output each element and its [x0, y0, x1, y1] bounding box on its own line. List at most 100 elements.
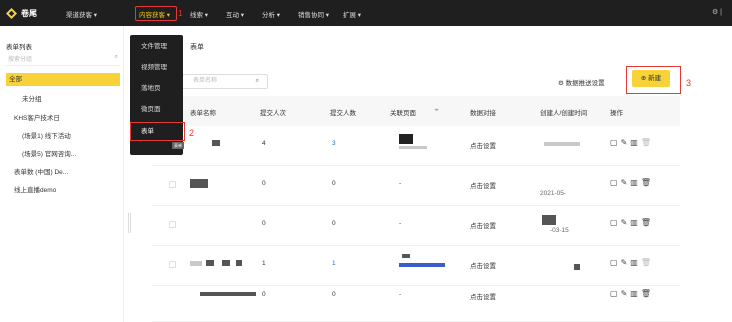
- copy-icon[interactable]: ▢: [610, 178, 621, 187]
- submits-value: 0: [262, 180, 266, 187]
- people-value[interactable]: 1: [332, 260, 336, 267]
- annotation-number: 3: [686, 78, 692, 88]
- copy-icon[interactable]: ▢: [610, 218, 621, 227]
- table-row[interactable]: 1 1 点击设置 ▢✎▥🗑: [152, 246, 680, 286]
- sidebar-item-scene1[interactable]: (场景1) 线下活动: [22, 130, 71, 140]
- table-row[interactable]: 0 0 - 点击设置 ▢✎▥🗑: [152, 286, 680, 322]
- page-value: -: [399, 291, 402, 298]
- nav-analysis[interactable]: 分析 ▾: [262, 9, 280, 19]
- delete-icon[interactable]: 🗑: [641, 289, 654, 298]
- row-actions: ▢✎▥🗑: [610, 178, 654, 187]
- submits-value: 0: [262, 291, 266, 298]
- delete-icon[interactable]: 🗑: [641, 258, 654, 267]
- page-thumbnail: [402, 254, 410, 258]
- menu-item-video-management[interactable]: 视频管理: [130, 58, 183, 78]
- edit-icon[interactable]: ✎: [621, 218, 631, 227]
- search-icon[interactable]: ⌕: [256, 75, 259, 88]
- filter-icon[interactable]: ⏷: [434, 107, 439, 115]
- col-data-sync: 数据对接: [470, 110, 496, 117]
- nav-content-acquisition-highlight[interactable]: 内容获客 ▾: [135, 6, 177, 21]
- menu-item-micro-page[interactable]: 微页面: [130, 100, 183, 120]
- sidebar-item-live[interactable]: 线上直播demo: [14, 184, 56, 194]
- sidebar-item-ungrouped[interactable]: 未分组: [22, 93, 42, 103]
- table-row[interactable]: 4 3 点击设置 ▢✎▥🗑: [152, 126, 680, 166]
- row-checkbox[interactable]: [169, 221, 176, 228]
- col-form-name: 表单名称: [190, 110, 216, 117]
- col-submits: 提交人次: [260, 110, 286, 117]
- edit-icon[interactable]: ✎: [621, 258, 631, 267]
- search-icon[interactable]: ⌕: [115, 54, 118, 61]
- table-header: 表单名称 提交人次 提交人数 关联页面 ⏷ 数据对接 创建人/创建时间 操作: [152, 96, 680, 126]
- sync-setting-link[interactable]: 点击设置: [470, 140, 496, 150]
- table-row[interactable]: 0 0 - 点击设置 2021-05- ▢✎▥🗑: [152, 166, 680, 206]
- delete-icon[interactable]: 🗑: [641, 218, 654, 227]
- delete-icon[interactable]: 🗑: [641, 138, 654, 147]
- sync-setting-link[interactable]: 点击设置: [470, 220, 496, 230]
- col-people: 提交人数: [330, 110, 356, 117]
- copy-icon[interactable]: ▢: [610, 258, 621, 267]
- sidebar-item-form-data[interactable]: 表单数 (中国) De...: [14, 166, 68, 176]
- col-creator: 创建人/创建时间: [540, 110, 588, 117]
- row-actions: ▢✎▥🗑: [610, 218, 654, 227]
- edit-icon[interactable]: ✎: [621, 178, 631, 187]
- page-thumbnail: [399, 134, 413, 144]
- nav-interaction[interactable]: 互动 ▾: [226, 9, 244, 19]
- submits-value: 0: [262, 220, 266, 227]
- submits-value: 4: [262, 140, 266, 147]
- sync-setting-link[interactable]: 点击设置: [470, 180, 496, 190]
- sidebar-item-scene5[interactable]: (场景5) 官网咨询...: [22, 148, 76, 158]
- data-push-setting-button[interactable]: ⚙ 数据推送设置: [558, 77, 605, 87]
- sidebar-title: 表单列表: [6, 44, 32, 51]
- form-name-redacted: [200, 292, 256, 296]
- created-time: 2021-05-: [540, 190, 567, 197]
- annotation-number: 2: [189, 128, 195, 138]
- row-checkbox[interactable]: [169, 181, 176, 188]
- edit-icon[interactable]: ✎: [621, 138, 631, 147]
- new-button-highlight: [626, 66, 681, 94]
- sidebar-search-input[interactable]: 搜索分组 ⌕: [6, 54, 120, 66]
- form-name-redacted: [190, 179, 208, 188]
- sidebar-collapse-handle[interactable]: [128, 213, 131, 233]
- copy-icon[interactable]: ▢: [610, 289, 621, 298]
- nav-leads[interactable]: 线索 ▾: [190, 9, 208, 19]
- submits-value: 1: [262, 260, 266, 267]
- data-push-setting-label: 数据推送设置: [565, 80, 605, 87]
- stats-icon[interactable]: ▥: [630, 138, 641, 147]
- created-time: -03-15: [550, 227, 569, 234]
- menu-item-landing-page[interactable]: 落地页: [130, 79, 183, 99]
- nav-content-acquisition[interactable]: 内容获客 ▾: [139, 9, 170, 19]
- table-row[interactable]: 0 0 - 点击设置 -03-15 ▢✎▥🗑: [152, 206, 680, 246]
- menu-item-file-management[interactable]: 文件管理: [130, 37, 183, 57]
- row-actions: ▢✎▥🗑: [610, 289, 654, 298]
- row-checkbox[interactable]: [169, 261, 176, 268]
- nav-channel-acquisition[interactable]: 渠道获客 ▾: [66, 9, 97, 19]
- stats-icon[interactable]: ▥: [630, 258, 641, 267]
- stats-icon[interactable]: ▥: [630, 289, 641, 298]
- delete-icon[interactable]: 🗑: [641, 178, 654, 187]
- sync-setting-link[interactable]: 点击设置: [470, 260, 496, 270]
- top-navbar: 卷尾 渠道获客 ▾ 内容获客 ▾ 线索 ▾ 互动 ▾ 分析 ▾ 销售协同 ▾ 扩…: [0, 0, 732, 26]
- page-value: -: [399, 180, 402, 187]
- nav-sales[interactable]: 销售协同 ▾: [298, 9, 329, 19]
- copy-icon[interactable]: ▢: [610, 138, 621, 147]
- stats-icon[interactable]: ▥: [630, 178, 641, 187]
- people-value[interactable]: 3: [332, 140, 336, 147]
- nav-extensions[interactable]: 扩展 ▾: [343, 9, 361, 19]
- page-name-redacted: [399, 146, 427, 149]
- page-value: -: [399, 220, 402, 227]
- people-value: 0: [332, 220, 336, 227]
- edit-icon[interactable]: ✎: [621, 289, 631, 298]
- row-actions: ▢✎▥🗑: [610, 138, 654, 147]
- settings-icon[interactable]: ⚙ |: [712, 8, 722, 16]
- form-search-input[interactable]: 表单名称 ⌕: [182, 74, 268, 89]
- sync-setting-link[interactable]: 点击设置: [470, 291, 496, 301]
- row-actions: ▢✎▥🗑: [610, 258, 654, 267]
- sidebar-item-khs[interactable]: KHS客户技术日: [14, 112, 60, 122]
- form-name-redacted: [212, 140, 220, 146]
- page-title: 表单: [190, 44, 204, 51]
- form-tooltip: 表单: [172, 142, 184, 149]
- sidebar-item-all[interactable]: 全部: [6, 73, 120, 86]
- page-link-redacted[interactable]: [399, 263, 445, 267]
- stats-icon[interactable]: ▥: [630, 218, 641, 227]
- people-value: 0: [332, 180, 336, 187]
